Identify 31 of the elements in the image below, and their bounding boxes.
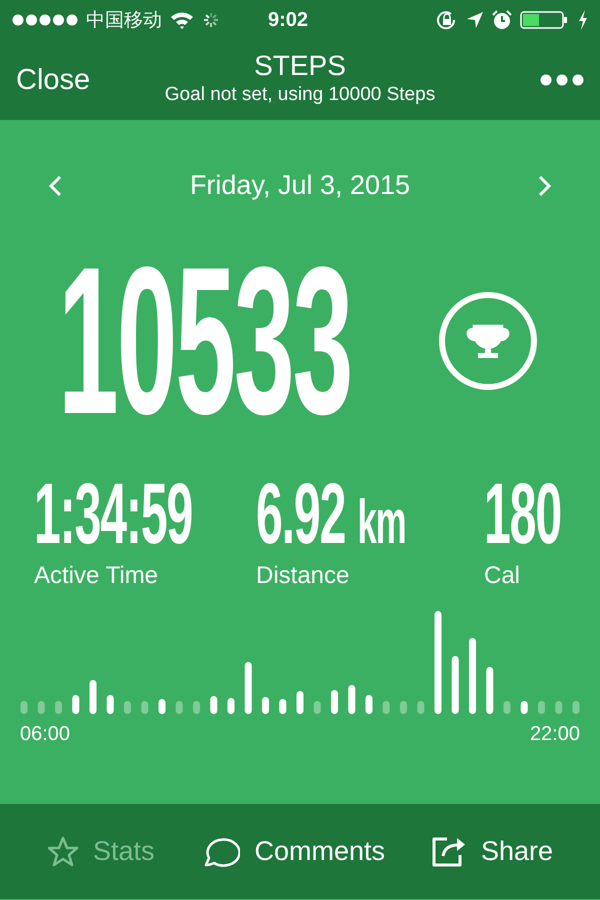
- share-icon: [430, 835, 467, 868]
- star-icon: [46, 836, 79, 867]
- previous-day-icon[interactable]: [48, 174, 62, 196]
- alarm-clock-icon: [492, 10, 512, 30]
- goal-subtitle: Goal not set, using 10000 Steps: [164, 84, 436, 106]
- toolbar-button[interactable]: Comments: [200, 834, 385, 868]
- axis-end-time: 22:00: [530, 722, 580, 746]
- loading-icon: [202, 11, 220, 29]
- more-icon[interactable]: [540, 74, 584, 86]
- toolbar-button[interactable]: Share: [430, 835, 553, 868]
- rotation-lock-icon: [436, 10, 458, 30]
- battery-icon: [520, 10, 570, 30]
- metric-label: Distance: [256, 562, 350, 590]
- wifi-icon: [170, 11, 194, 29]
- signal-icon: [12, 14, 78, 26]
- date-label: Friday, Jul 3, 2015: [190, 170, 410, 201]
- metric-label: Cal: [484, 562, 522, 590]
- axis-start-time: 06:00: [20, 722, 70, 746]
- step-count: 10533: [58, 222, 352, 460]
- trophy-icon[interactable]: [438, 291, 538, 391]
- metric-value: 1:34:59: [34, 465, 192, 564]
- charging-icon: [578, 10, 588, 30]
- metric-label: Active Time: [34, 562, 160, 590]
- metric-value: 180: [484, 465, 561, 564]
- clock-time: 9:02: [268, 8, 308, 32]
- next-day-icon[interactable]: [538, 174, 552, 196]
- metric-value: 6.92 km: [256, 465, 406, 564]
- carrier-name: 中国移动: [86, 9, 162, 33]
- close-button[interactable]: Close: [16, 64, 90, 96]
- location-arrow-icon: [466, 11, 484, 29]
- screen-title: STEPS: [254, 50, 346, 82]
